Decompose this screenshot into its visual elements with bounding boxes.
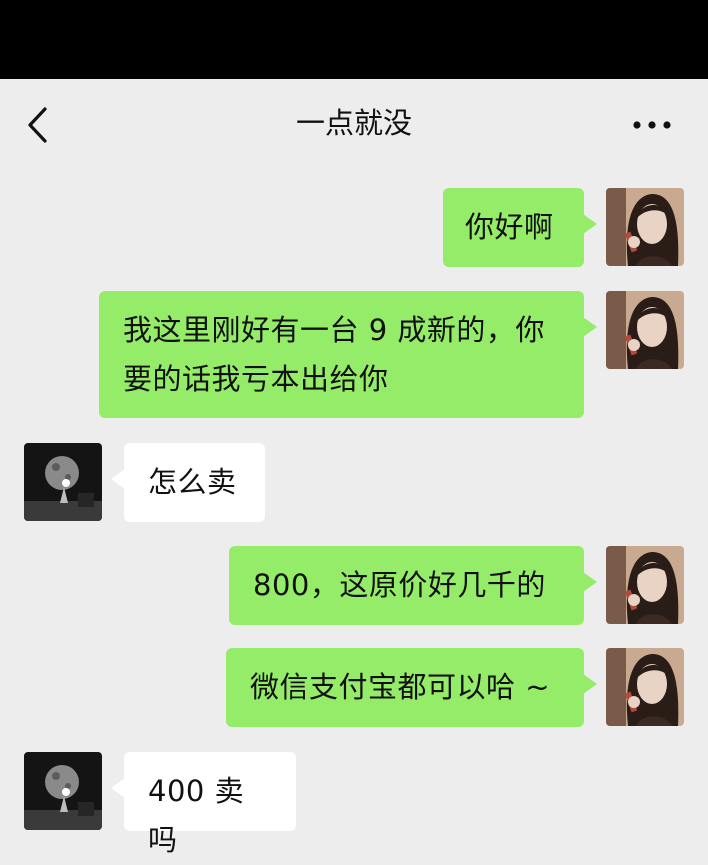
self-avatar[interactable] [606,291,684,369]
status-bar [0,0,708,79]
sent-message-bubble[interactable]: 微信支付宝都可以哈 ~ [226,648,597,727]
chat-title: 一点就没 [295,106,412,140]
message-text: 800，这原价好几千的 [253,568,546,602]
received-message-bubble[interactable]: 400 卖吗 [111,752,296,857]
received-message-bubble[interactable]: 怎么卖 [111,443,265,522]
sent-message-bubble[interactable]: 我这里刚好有一台 9 成新的，你 要的话我亏本出给你 [99,291,597,418]
message-text: 400 卖吗 [148,774,245,857]
sent-message-bubble[interactable]: 你好啊 [443,188,597,267]
contact-avatar[interactable] [24,752,102,830]
message-text-line: 要的话我亏本出给你 [123,362,389,396]
chat-header: 一点就没 [0,79,708,174]
message-text: 怎么卖 [148,465,237,499]
contact-avatar[interactable] [24,443,102,521]
more-options-button[interactable] [622,103,682,147]
self-avatar[interactable] [606,546,684,624]
more-dots-icon [633,121,671,129]
message-text: 你好啊 [465,210,554,244]
sent-message-bubble[interactable]: 800，这原价好几千的 [229,546,597,625]
message-text-line: 我这里刚好有一台 9 成新的，你 [123,313,545,347]
message-text: 微信支付宝都可以哈 ~ [250,670,551,704]
self-avatar[interactable] [606,648,684,726]
self-avatar[interactable] [606,188,684,266]
